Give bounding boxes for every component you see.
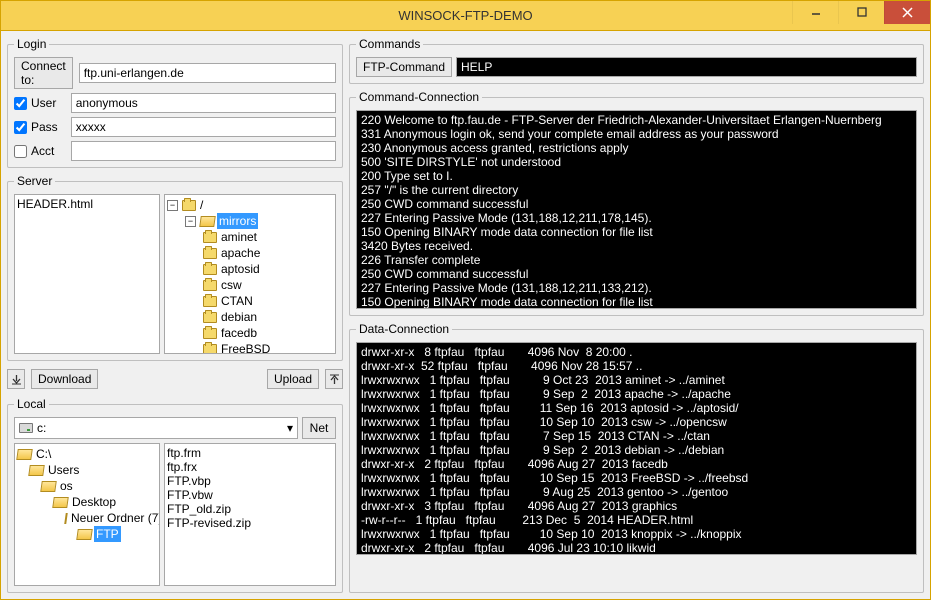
folder-icon xyxy=(203,296,217,307)
data-connection-group: Data-Connection drwxr-xr-x 8 ftpfau ftpf… xyxy=(349,322,924,593)
user-label: User xyxy=(31,96,56,110)
local-legend: Local xyxy=(14,397,49,411)
folder-icon xyxy=(203,344,217,355)
acct-checkbox[interactable] xyxy=(14,145,27,158)
command-connection-legend: Command-Connection xyxy=(356,90,482,104)
download-icon xyxy=(11,374,22,385)
folder-icon xyxy=(203,232,217,243)
drive-select[interactable]: c: ▾ xyxy=(14,417,298,439)
tree-node[interactable]: Neuer Ordner (7) xyxy=(17,510,157,526)
close-button[interactable] xyxy=(884,1,930,24)
tree-node[interactable]: FTP xyxy=(17,526,157,542)
tree-node[interactable]: C:\ xyxy=(17,446,157,462)
pass-input[interactable] xyxy=(71,117,336,137)
user-checkbox[interactable] xyxy=(14,97,27,110)
acct-input[interactable] xyxy=(71,141,336,161)
acct-label: Acct xyxy=(31,144,54,158)
app-window: WINSOCK-FTP-DEMO Login Connect to: xyxy=(0,0,931,600)
maximize-button[interactable] xyxy=(838,1,884,24)
folder-open-icon xyxy=(40,481,57,492)
list-item[interactable]: FTP_old.zip xyxy=(167,502,333,516)
list-item[interactable]: ftp.frx xyxy=(167,460,333,474)
acct-check-label[interactable]: Acct xyxy=(14,144,65,158)
folder-icon xyxy=(203,312,217,323)
folder-open-icon xyxy=(28,465,45,476)
tree-node[interactable]: apache xyxy=(167,245,333,261)
folder-open-icon xyxy=(52,497,69,508)
login-group: Login Connect to: User Pass xyxy=(7,37,343,168)
folder-open-icon xyxy=(16,449,33,460)
minimize-button[interactable] xyxy=(792,1,838,24)
commands-group: Commands FTP-Command xyxy=(349,37,924,84)
folder-open-icon xyxy=(199,216,216,227)
ftp-command-button[interactable]: FTP-Command xyxy=(356,57,452,77)
command-connection-group: Command-Connection 220 Welcome to ftp.fa… xyxy=(349,90,924,316)
list-item[interactable]: ftp.frm xyxy=(167,446,333,460)
download-button[interactable]: Download xyxy=(31,369,98,389)
data-connection-log[interactable]: drwxr-xr-x 8 ftpfau ftpfau 4096 Nov 8 20… xyxy=(356,342,917,555)
folder-open-icon xyxy=(64,513,68,524)
folder-icon xyxy=(182,200,196,211)
drive-icon xyxy=(19,423,33,433)
tree-node[interactable]: debian xyxy=(167,309,333,325)
tree-node[interactable]: Users xyxy=(17,462,157,478)
chevron-down-icon: ▾ xyxy=(287,421,293,435)
list-item[interactable]: HEADER.html xyxy=(17,197,157,211)
user-check-label[interactable]: User xyxy=(14,96,65,110)
net-button[interactable]: Net xyxy=(302,417,336,439)
server-legend: Server xyxy=(14,174,55,188)
tree-node[interactable]: csw xyxy=(167,277,333,293)
folder-icon xyxy=(203,328,217,339)
pass-check-label[interactable]: Pass xyxy=(14,120,65,134)
tree-node[interactable]: −/ xyxy=(167,197,333,213)
server-file-list[interactable]: HEADER.html xyxy=(14,194,160,354)
folder-open-icon xyxy=(76,529,93,540)
titlebar[interactable]: WINSOCK-FTP-DEMO xyxy=(1,1,930,31)
local-file-list[interactable]: ftp.frmftp.frxFTP.vbpFTP.vbwFTP_old.zipF… xyxy=(164,443,336,586)
list-item[interactable]: FTP-revised.zip xyxy=(167,516,333,530)
connect-button[interactable]: Connect to: xyxy=(14,57,73,89)
list-item[interactable]: FTP.vbw xyxy=(167,488,333,502)
pass-checkbox[interactable] xyxy=(14,121,27,134)
server-dir-tree[interactable]: −/ −mirrors aminetapacheaptosidcswCTANde… xyxy=(164,194,336,354)
window-title: WINSOCK-FTP-DEMO xyxy=(1,8,930,23)
command-connection-log[interactable]: 220 Welcome to ftp.fau.de - FTP-Server d… xyxy=(356,110,917,309)
server-group: Server HEADER.html −/ −mirrors aminetapa… xyxy=(7,174,343,361)
transfer-bar: Download Upload xyxy=(7,367,343,391)
upload-arrow-button[interactable] xyxy=(325,369,343,389)
download-arrow-button[interactable] xyxy=(7,369,25,389)
tree-node[interactable]: aminet xyxy=(167,229,333,245)
local-group: Local c: ▾ Net C:\ UsersosDesktopNeuer xyxy=(7,397,343,593)
local-dir-tree[interactable]: C:\ UsersosDesktopNeuer Ordner (7)FTP xyxy=(14,443,160,586)
list-item[interactable]: FTP.vbp xyxy=(167,474,333,488)
tree-node[interactable]: facedb xyxy=(167,325,333,341)
host-input[interactable] xyxy=(79,63,336,83)
upload-icon xyxy=(329,374,340,385)
tree-node[interactable]: −mirrors xyxy=(167,213,333,229)
commands-legend: Commands xyxy=(356,37,423,51)
folder-icon xyxy=(203,248,217,259)
data-connection-legend: Data-Connection xyxy=(356,322,452,336)
upload-button[interactable]: Upload xyxy=(267,369,319,389)
command-input[interactable] xyxy=(456,57,917,77)
login-legend: Login xyxy=(14,37,49,51)
user-input[interactable] xyxy=(71,93,336,113)
tree-node[interactable]: os xyxy=(17,478,157,494)
folder-icon xyxy=(203,264,217,275)
tree-node[interactable]: Desktop xyxy=(17,494,157,510)
drive-label: c: xyxy=(37,421,46,435)
tree-node[interactable]: aptosid xyxy=(167,261,333,277)
pass-label: Pass xyxy=(31,120,58,134)
tree-node[interactable]: CTAN xyxy=(167,293,333,309)
tree-node[interactable]: FreeBSD xyxy=(167,341,333,354)
folder-icon xyxy=(203,280,217,291)
